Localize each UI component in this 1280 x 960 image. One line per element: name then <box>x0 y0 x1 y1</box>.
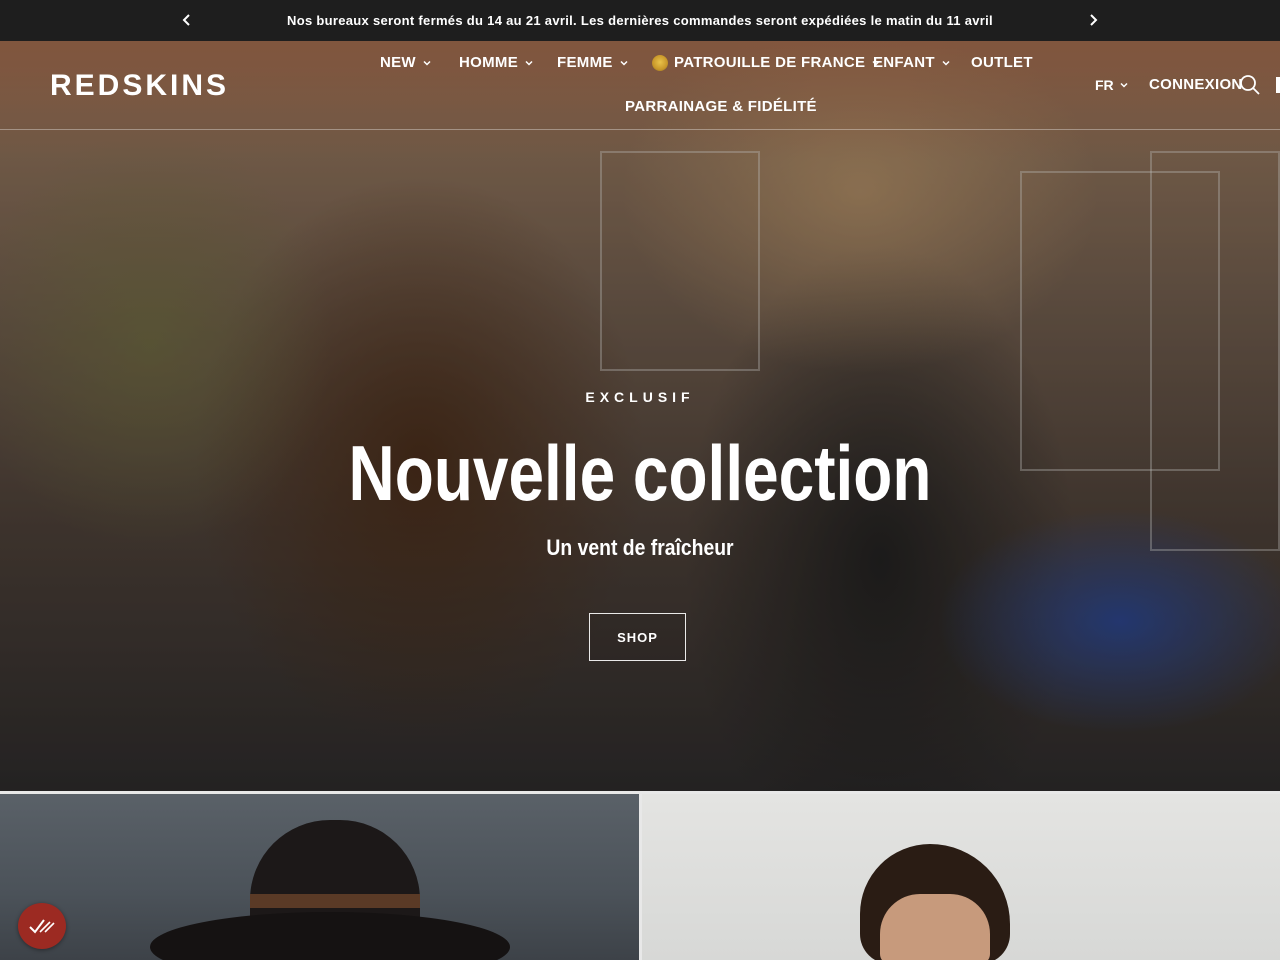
nav-item-new[interactable]: NEW <box>380 54 432 71</box>
chevron-left-icon <box>182 14 190 26</box>
nav-item-label: NEW <box>380 54 416 71</box>
consent-check-icon <box>29 919 55 934</box>
announcement-text: Nos bureaux seront fermés du 14 au 21 av… <box>287 13 993 28</box>
nav-item-homme[interactable]: HOMME <box>459 54 534 71</box>
chevron-down-icon <box>423 60 431 66</box>
hat-brim-image <box>150 912 510 960</box>
chevron-down-icon <box>942 60 950 66</box>
nav-item-label: FEMME <box>557 54 613 71</box>
shop-button[interactable]: SHOP <box>589 613 686 661</box>
brand-logo[interactable]: REDSKINS <box>50 69 229 103</box>
hero-banner <box>0 41 1280 791</box>
hero-overlay <box>0 41 1280 791</box>
hero-title: Nouvelle collection <box>348 429 932 517</box>
patrouille-badge-icon <box>652 54 668 71</box>
nav-item-patrouille-de-france[interactable]: PATROUILLE DE FRANCE <box>652 54 881 71</box>
hat-band-image <box>250 894 420 908</box>
nav-item-label: PATROUILLE DE FRANCE <box>674 54 866 71</box>
site-header: REDSKINS NEW HOMME FEMME PATROUILLE DE F… <box>0 41 1280 130</box>
collection-tile-left[interactable] <box>0 794 639 960</box>
nav-item-label: OUTLET <box>971 54 1033 71</box>
nav-item-outlet[interactable]: OUTLET <box>971 54 1033 71</box>
cookie-consent-button[interactable] <box>18 903 66 949</box>
nav-item-enfant[interactable]: ENFANT <box>873 54 951 71</box>
announcement-bar: Nos bureaux seront fermés du 14 au 21 av… <box>0 0 1280 41</box>
chevron-down-icon <box>620 60 628 66</box>
hero-subtitle: Un vent de fraîcheur <box>546 535 734 560</box>
model-image <box>840 794 1040 960</box>
chevron-down-icon <box>525 60 533 66</box>
hero-eyebrow: EXCLUSIF <box>585 389 695 405</box>
nav-item-label: PARRAINAGE & FIDÉLITÉ <box>625 98 817 115</box>
nav-item-parrainage-fidelite[interactable]: PARRAINAGE & FIDÉLITÉ <box>625 98 817 115</box>
nav-item-label: ENFANT <box>873 54 935 71</box>
announcement-next-button[interactable] <box>1084 11 1102 29</box>
nav-item-label: HOMME <box>459 54 518 71</box>
announcement-prev-button[interactable] <box>178 11 196 29</box>
nav-item-femme[interactable]: FEMME <box>557 54 629 71</box>
collection-tile-right[interactable] <box>642 794 1280 960</box>
chevron-right-icon <box>1090 14 1098 26</box>
